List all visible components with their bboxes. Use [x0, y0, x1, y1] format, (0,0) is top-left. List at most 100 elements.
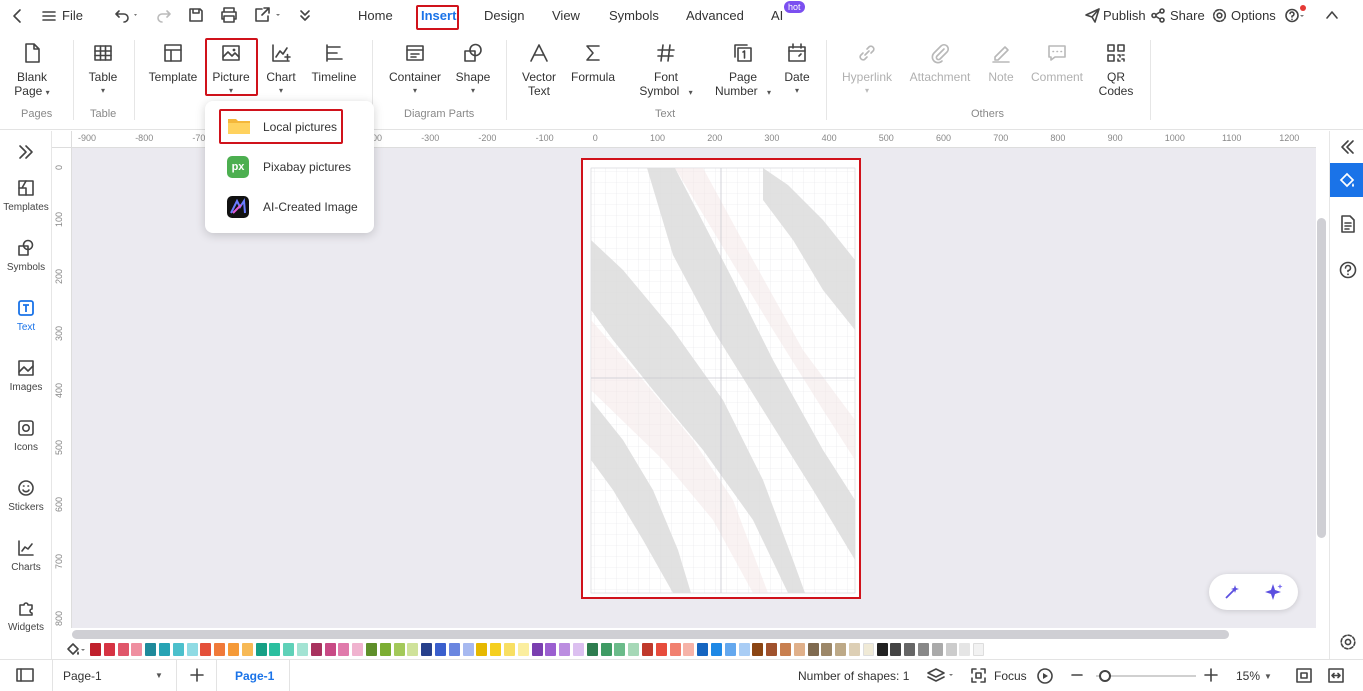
sidebar-item-symbols[interactable]: Symbols	[0, 239, 52, 273]
zoom-out-icon[interactable]	[1070, 668, 1084, 682]
color-swatch[interactable]	[890, 643, 902, 656]
tab-design[interactable]: Design	[484, 8, 524, 23]
more-chevron-icon[interactable]	[298, 8, 312, 22]
fill-bucket-icon[interactable]	[66, 642, 86, 657]
color-swatch[interactable]	[435, 643, 446, 656]
color-swatch[interactable]	[393, 643, 405, 656]
shape-button[interactable]: Shape ▾	[453, 42, 493, 98]
color-swatch[interactable]	[407, 643, 419, 656]
color-swatch[interactable]	[269, 643, 281, 656]
color-swatch[interactable]	[766, 643, 778, 656]
zoom-slider-thumb[interactable]	[1099, 670, 1111, 682]
help-circle-icon[interactable]	[1339, 261, 1357, 279]
style-panel-tab[interactable]	[1330, 163, 1363, 197]
tab-symbols[interactable]: Symbols	[609, 8, 659, 23]
color-swatch[interactable]	[600, 643, 612, 656]
color-swatch[interactable]	[228, 643, 239, 656]
color-swatch[interactable]	[655, 643, 667, 656]
color-swatch[interactable]	[918, 643, 929, 656]
color-swatch[interactable]	[945, 643, 957, 656]
formula-button[interactable]: Formula	[568, 42, 618, 84]
tab-view[interactable]: View	[552, 8, 580, 23]
color-swatch[interactable]	[352, 643, 364, 656]
font-symbol-button[interactable]: Font Symbol ▾	[634, 42, 698, 100]
color-swatch[interactable]	[738, 643, 750, 656]
zoom-level[interactable]: 15%	[1236, 669, 1260, 683]
color-swatch[interactable]	[586, 643, 598, 656]
color-swatch[interactable]	[241, 643, 253, 656]
collapse-panel-icon[interactable]	[1339, 139, 1355, 155]
color-swatch[interactable]	[697, 643, 709, 656]
collapse-ribbon-icon[interactable]	[1325, 8, 1339, 22]
container-button[interactable]: Container ▾	[384, 42, 446, 98]
color-swatch[interactable]	[752, 643, 764, 656]
color-swatch[interactable]	[559, 643, 571, 656]
color-swatch[interactable]	[849, 643, 860, 656]
color-swatch[interactable]	[545, 643, 557, 656]
sidebar-item-charts[interactable]: Charts	[0, 539, 52, 573]
date-button[interactable]: Date ▾	[780, 42, 814, 98]
tab-advanced[interactable]: Advanced	[686, 8, 744, 23]
color-swatch[interactable]	[504, 643, 515, 656]
fit-page-icon[interactable]	[1296, 668, 1312, 683]
color-swatch[interactable]	[780, 643, 791, 656]
color-swatch[interactable]	[297, 643, 308, 656]
color-swatch[interactable]	[628, 643, 640, 656]
color-swatch[interactable]	[642, 643, 653, 656]
chart-button[interactable]: Chart ▾	[262, 42, 300, 98]
redo-icon[interactable]	[156, 7, 172, 23]
color-swatch[interactable]	[200, 643, 212, 656]
play-icon[interactable]	[1037, 668, 1053, 684]
focus-icon[interactable]	[971, 668, 986, 683]
table-button[interactable]: Table ▾	[84, 42, 122, 98]
comment-button[interactable]: Comment	[1028, 42, 1086, 84]
template-button[interactable]: Template	[146, 42, 200, 84]
back-icon[interactable]	[10, 8, 26, 24]
magic-wand-icon[interactable]	[1223, 583, 1241, 601]
note-button[interactable]: Note	[984, 42, 1018, 84]
page-tab-1[interactable]: Page-1	[216, 660, 290, 691]
settings-gear-icon[interactable]	[1339, 633, 1357, 651]
color-swatch[interactable]	[310, 643, 322, 656]
color-swatch[interactable]	[531, 643, 543, 656]
expand-sidebar-icon[interactable]	[0, 143, 52, 166]
color-swatch[interactable]	[90, 643, 101, 656]
page-sheet[interactable]	[581, 158, 861, 599]
sidebar-item-icons[interactable]: Icons	[0, 419, 52, 453]
ai-sparkle-icon[interactable]	[1264, 582, 1284, 602]
timeline-button[interactable]: Timeline	[306, 42, 362, 84]
vector-text-button[interactable]: Vector Text	[518, 42, 560, 98]
color-swatch[interactable]	[117, 643, 129, 656]
undo-icon[interactable]	[114, 7, 140, 23]
color-swatch[interactable]	[186, 643, 198, 656]
color-swatch[interactable]	[821, 643, 833, 656]
zoom-in-icon[interactable]	[1204, 668, 1218, 682]
fit-width-icon[interactable]	[1328, 668, 1344, 683]
color-swatch[interactable]	[214, 643, 226, 656]
export-icon[interactable]	[254, 7, 284, 23]
sidebar-item-templates[interactable]: Templates	[0, 179, 52, 213]
menu-item-ai-created-image[interactable]: AI-Created Image	[205, 189, 374, 225]
color-swatch[interactable]	[338, 643, 350, 656]
qr-codes-button[interactable]: QR Codes	[1096, 42, 1136, 98]
sidebar-item-stickers[interactable]: Stickers	[0, 479, 52, 513]
color-swatch[interactable]	[103, 643, 115, 656]
sidebar-item-text[interactable]: Text	[0, 299, 52, 333]
hamburger-icon[interactable]	[42, 9, 56, 23]
color-swatch[interactable]	[490, 643, 502, 656]
add-page-icon[interactable]	[190, 668, 204, 682]
color-swatch[interactable]	[159, 643, 170, 656]
horizontal-scrollbar[interactable]	[72, 630, 1229, 639]
color-swatch[interactable]	[711, 643, 722, 656]
color-swatch[interactable]	[793, 643, 805, 656]
menu-item-pixabay-pictures[interactable]: px Pixabay pictures	[205, 149, 374, 185]
publish-button[interactable]: Publish	[1103, 8, 1146, 23]
color-swatch[interactable]	[255, 643, 267, 656]
color-swatch[interactable]	[876, 643, 888, 656]
color-swatch[interactable]	[448, 643, 460, 656]
blank-page-button[interactable]: Blank Page ▾	[12, 42, 52, 100]
color-swatch[interactable]	[379, 643, 391, 656]
page-number-button[interactable]: Page Number ▾	[710, 42, 776, 100]
color-swatch[interactable]	[959, 643, 971, 656]
vertical-scrollbar[interactable]	[1317, 218, 1326, 538]
